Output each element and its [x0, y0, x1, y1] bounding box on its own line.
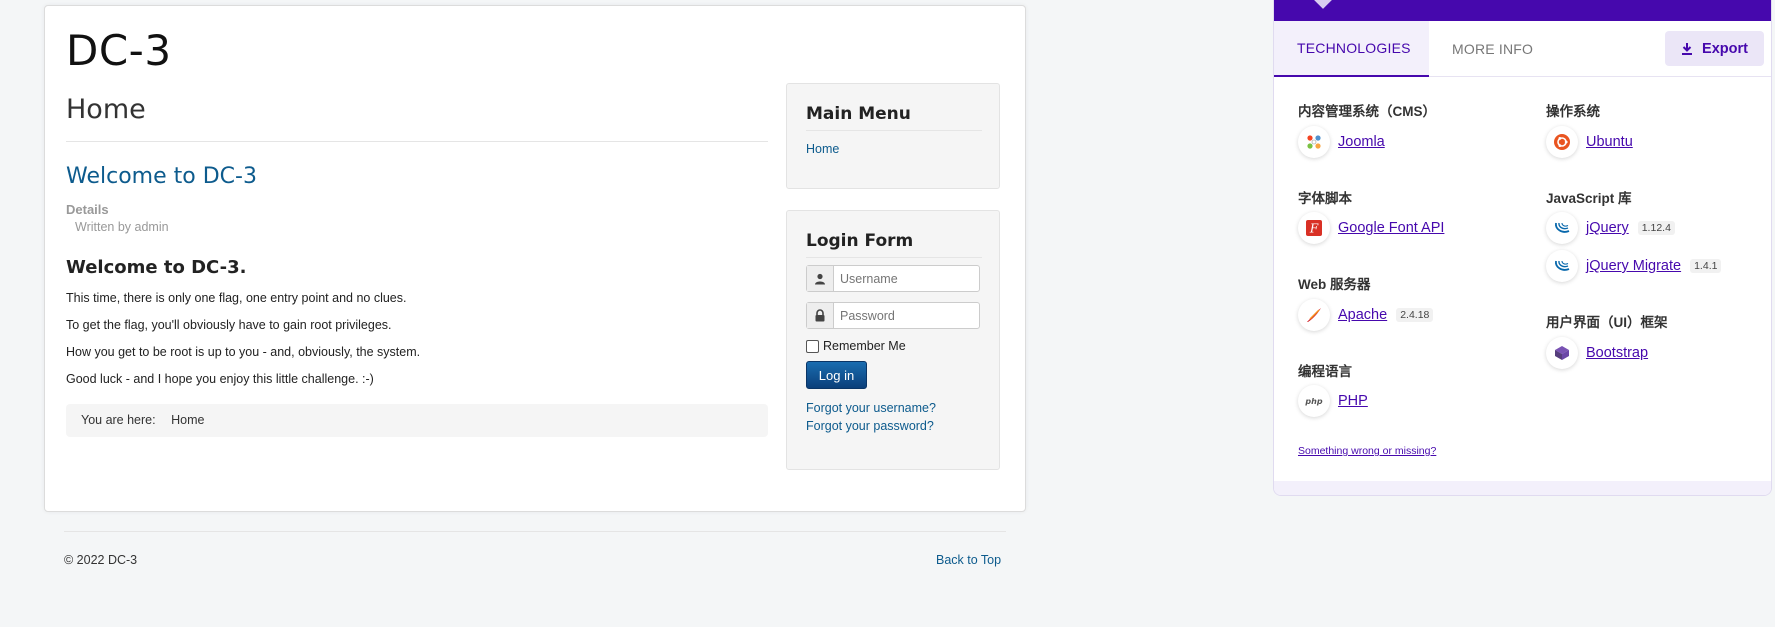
forgot-username-link[interactable]: Forgot your username?: [806, 401, 936, 415]
tech-name[interactable]: jQuery Migrate: [1586, 258, 1681, 274]
tech-jquery[interactable]: jQuery 1.12.4: [1546, 212, 1675, 244]
wappalyzer-footer-strip: [1274, 481, 1771, 495]
jquery-icon: [1546, 212, 1578, 244]
export-label: Export: [1702, 40, 1748, 57]
feedback-link[interactable]: Something wrong or missing?: [1298, 445, 1436, 457]
google-font-icon: F: [1298, 212, 1330, 244]
user-icon: [807, 266, 834, 291]
remember-me[interactable]: Remember Me: [806, 339, 906, 353]
lock-icon: [807, 303, 834, 328]
tech-name[interactable]: jQuery: [1586, 220, 1629, 236]
site-brand[interactable]: DC-3: [66, 26, 172, 75]
main-menu-module: Main Menu Home: [786, 83, 1000, 189]
password-input[interactable]: [834, 303, 974, 328]
php-icon: php: [1298, 385, 1330, 417]
back-to-top-link[interactable]: Back to Top: [936, 553, 1001, 567]
wappalyzer-logo-icon: [1313, 0, 1333, 9]
tab-technologies[interactable]: TECHNOLOGIES: [1274, 21, 1429, 77]
breadcrumb-label: You are here:: [81, 413, 156, 427]
username-input[interactable]: [834, 266, 974, 291]
apache-feather-icon: [1298, 299, 1330, 331]
article-title: Welcome to DC-3: [66, 164, 257, 189]
article-paragraph: To get the flag, you'll obviously have t…: [66, 318, 392, 332]
tech-apache[interactable]: Apache 2.4.18: [1298, 299, 1434, 331]
login-form-divider: [806, 257, 982, 258]
heading-divider: [66, 141, 768, 142]
jquery-icon: [1546, 250, 1578, 282]
article-paragraph: Good luck - and I hope you enjoy this li…: [66, 372, 374, 386]
main-menu-item-home[interactable]: Home: [806, 142, 839, 156]
wappalyzer-header: [1274, 0, 1771, 21]
article-subheading: Welcome to DC-3.: [66, 257, 247, 278]
tech-jquery-migrate[interactable]: jQuery Migrate 1.4.1: [1546, 250, 1722, 282]
tech-joomla[interactable]: Joomla: [1298, 126, 1385, 158]
tech-name[interactable]: Google Font API: [1338, 220, 1444, 236]
tech-name[interactable]: PHP: [1338, 393, 1368, 409]
category-programming-languages: 编程语言: [1298, 364, 1352, 379]
category-ui-frameworks: 用户界面（UI）框架: [1546, 315, 1668, 330]
remember-me-checkbox[interactable]: [806, 339, 819, 353]
username-field[interactable]: [806, 265, 980, 292]
export-button[interactable]: Export: [1665, 31, 1764, 66]
ubuntu-icon: [1546, 126, 1578, 158]
remember-me-label: Remember Me: [823, 339, 906, 353]
wappalyzer-panel: TECHNOLOGIES MORE INFO Export 内容管理系统（CMS…: [1273, 0, 1772, 496]
tech-version: 2.4.18: [1396, 308, 1434, 322]
forgot-password-link[interactable]: Forgot your password?: [806, 419, 934, 433]
article-author: Written by admin: [75, 220, 169, 234]
category-operating-systems: 操作系统: [1546, 104, 1600, 119]
tech-name[interactable]: Apache: [1338, 307, 1387, 323]
password-field[interactable]: [806, 302, 980, 329]
joomla-icon: [1298, 126, 1330, 158]
tech-google-font-api[interactable]: F Google Font API: [1298, 212, 1444, 244]
category-javascript-libraries: JavaScript 库: [1546, 191, 1632, 206]
category-web-servers: Web 服务器: [1298, 277, 1371, 292]
bootstrap-icon: [1546, 337, 1578, 369]
tech-name[interactable]: Bootstrap: [1586, 345, 1648, 361]
tech-name[interactable]: Ubuntu: [1586, 134, 1633, 150]
main-menu-divider: [806, 130, 982, 131]
breadcrumb-current: Home: [171, 413, 205, 427]
login-button[interactable]: Log in: [806, 361, 867, 389]
category-font-scripts: 字体脚本: [1298, 191, 1352, 206]
main-menu-title: Main Menu: [806, 104, 911, 124]
download-icon: [1682, 43, 1693, 55]
wappalyzer-tabbar: TECHNOLOGIES MORE INFO Export: [1274, 21, 1771, 77]
breadcrumb: You are here: Home: [66, 404, 768, 437]
login-form-title: Login Form: [806, 231, 914, 251]
tech-name[interactable]: Joomla: [1338, 134, 1385, 150]
login-form-module: Login Form Remember Me Log in Forgot you…: [786, 210, 1000, 470]
article-paragraph: This time, there is only one flag, one e…: [66, 291, 407, 305]
svg-text:F: F: [1309, 222, 1319, 236]
site-container: DC-3 Home Welcome to DC-3 Details Writte…: [44, 5, 1026, 512]
svg-text:php: php: [1304, 397, 1322, 406]
tech-version: 1.4.1: [1690, 259, 1722, 273]
category-cms: 内容管理系统（CMS）: [1298, 104, 1436, 119]
tech-php[interactable]: php PHP: [1298, 385, 1368, 417]
footer-copyright: © 2022 DC-3: [64, 553, 138, 567]
tech-version: 1.12.4: [1637, 221, 1675, 235]
article-paragraph: How you get to be root is up to you - an…: [66, 345, 421, 359]
tech-ubuntu[interactable]: Ubuntu: [1546, 126, 1633, 158]
page-heading: Home: [66, 94, 146, 125]
tab-more-info[interactable]: MORE INFO: [1429, 21, 1556, 77]
article-details-label: Details: [66, 202, 109, 217]
footer-divider: [64, 531, 1006, 532]
tech-bootstrap[interactable]: Bootstrap: [1546, 337, 1648, 369]
